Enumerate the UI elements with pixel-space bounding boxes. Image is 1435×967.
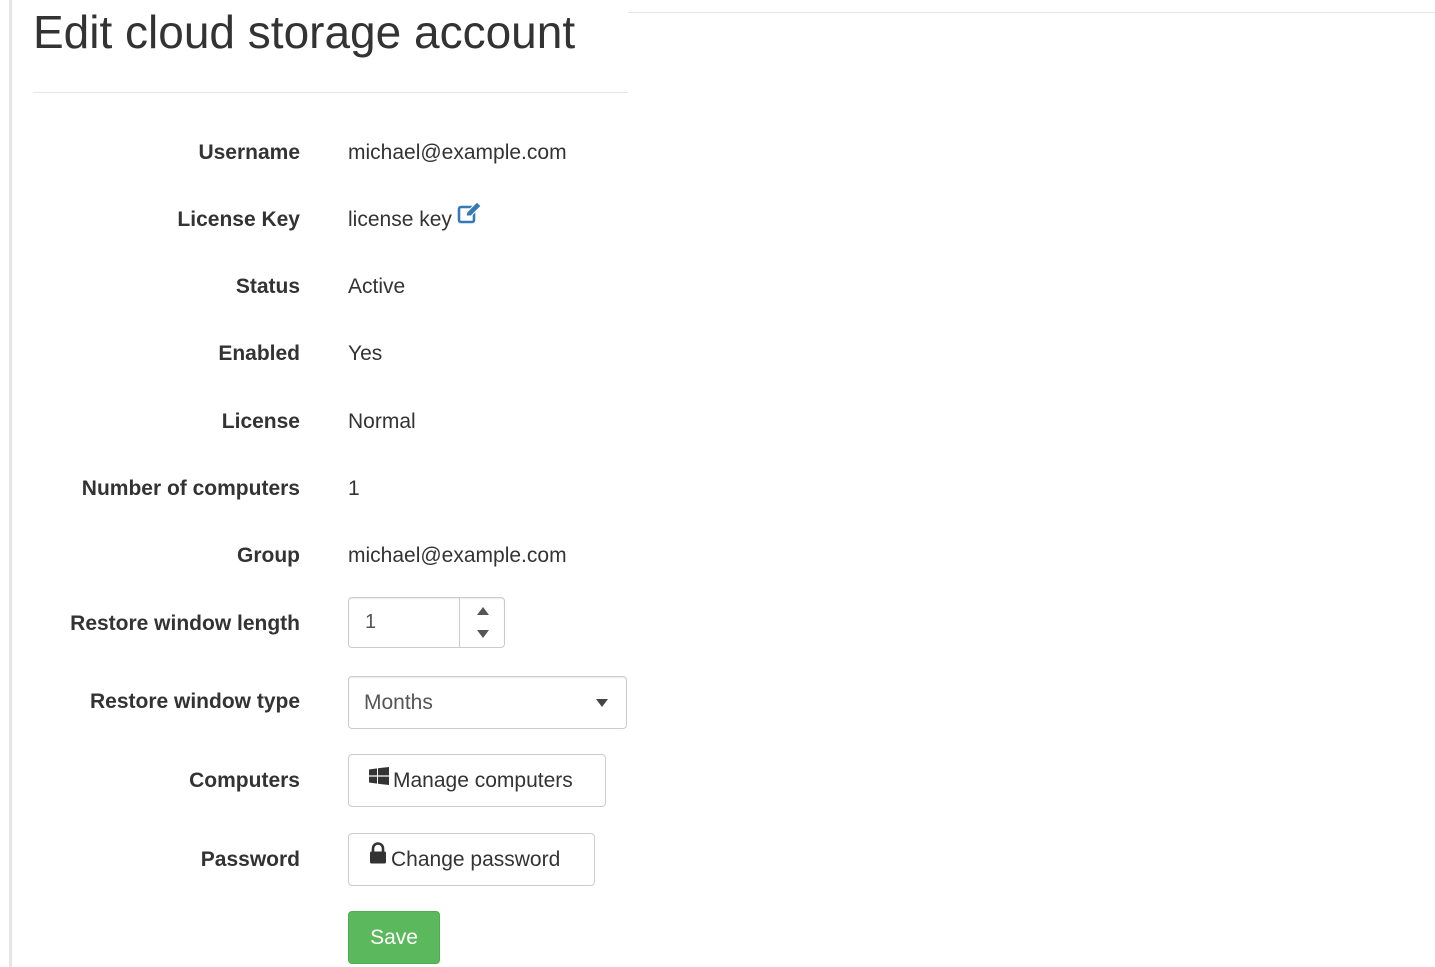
- manage-computers-button[interactable]: Manage computers: [348, 754, 606, 807]
- status-value: Active: [348, 275, 406, 298]
- restore-window-type-select[interactable]: Months: [348, 676, 627, 729]
- restore-window-length-label: Restore window length: [70, 612, 300, 635]
- username-row: Username michael@example.com: [0, 133, 640, 173]
- enabled-row: Enabled Yes: [0, 334, 640, 374]
- decrement-button[interactable]: [460, 623, 505, 647]
- username-value: michael@example.com: [348, 141, 567, 164]
- license-row: License Normal: [0, 402, 640, 442]
- chevron-down-icon: [596, 699, 608, 707]
- page-title: Edit cloud storage account: [33, 6, 576, 58]
- password-label: Password: [200, 848, 300, 871]
- enabled-value: Yes: [348, 342, 383, 365]
- license-key-label: License Key: [177, 208, 300, 231]
- caret-up-icon: [477, 607, 489, 615]
- computers-label: Computers: [189, 769, 300, 792]
- change-password-button[interactable]: Change password: [348, 833, 595, 886]
- username-label: Username: [198, 141, 300, 164]
- group-label: Group: [237, 544, 300, 567]
- manage-computers-label: Manage computers: [393, 769, 573, 792]
- title-divider: [33, 92, 628, 93]
- edit-icon[interactable]: [457, 198, 483, 238]
- status-row: Status Active: [0, 267, 640, 307]
- restore-window-type-selected: Months: [364, 691, 433, 714]
- status-label: Status: [235, 275, 300, 298]
- change-password-label: Change password: [391, 848, 561, 871]
- license-key-value: license key: [348, 208, 452, 231]
- windows-icon: [369, 753, 389, 804]
- number-of-computers-row: Number of computers 1: [0, 469, 640, 509]
- number-of-computers-label: Number of computers: [81, 477, 300, 500]
- restore-window-type-label: Restore window type: [89, 690, 300, 713]
- enabled-label: Enabled: [218, 342, 300, 365]
- group-value: michael@example.com: [348, 544, 567, 567]
- group-row: Group michael@example.com: [0, 536, 640, 576]
- number-of-computers-value: 1: [348, 477, 360, 500]
- save-button[interactable]: Save: [348, 911, 440, 964]
- restore-window-length-stepper: [348, 597, 505, 648]
- caret-down-icon: [477, 630, 489, 638]
- spinner-buttons: [459, 598, 505, 647]
- restore-window-length-input[interactable]: [349, 598, 459, 647]
- license-key-value-group: license key: [348, 200, 483, 240]
- license-key-row: License Key license key: [0, 200, 640, 240]
- license-label: License: [221, 410, 300, 433]
- top-border: [628, 12, 1435, 13]
- restore-window-length-row: Restore window length: [0, 604, 640, 644]
- lock-icon: [369, 832, 387, 883]
- license-value: Normal: [348, 410, 416, 433]
- increment-button[interactable]: [460, 598, 505, 622]
